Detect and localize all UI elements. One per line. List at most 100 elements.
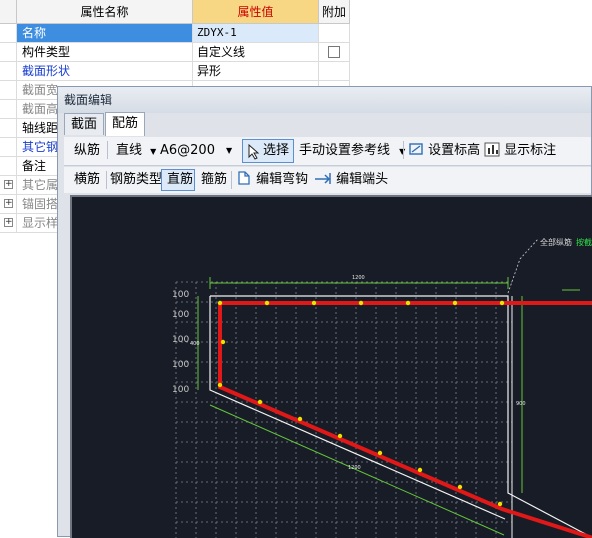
line-mode-dropdown[interactable]: 直线 ▼ [116, 139, 156, 163]
select-button[interactable]: 选择 [242, 139, 294, 163]
dialog-title: 截面编辑 [58, 87, 591, 113]
grid-label: 100 [172, 385, 189, 395]
row-gutter [0, 81, 17, 100]
property-name-cell: 构件类型 [17, 43, 193, 62]
property-extra-cell [319, 24, 350, 43]
rebar-point [457, 484, 463, 490]
straight-bar-label: 直筋 [167, 172, 194, 187]
dimension-chart-icon [484, 142, 500, 157]
extra-checkbox[interactable] [328, 46, 340, 58]
dropdown-arrow-icon: ▼ [226, 146, 233, 155]
header-property-name[interactable]: 属性名称 [17, 0, 193, 24]
property-name-cell: 截面形状 [17, 62, 193, 81]
set-elevation-button[interactable]: 设置标高 [408, 139, 480, 163]
property-row[interactable]: 名称 ZDYX-1 [0, 24, 350, 43]
row-gutter [0, 100, 17, 119]
rebar-point [297, 416, 303, 422]
rebar-point [217, 382, 223, 388]
stirrup-button[interactable]: 箍筋 [201, 168, 227, 192]
grid-label: 100 [172, 335, 189, 345]
show-dimensions-label: 显示标注 [504, 143, 557, 158]
row-gutter: + [0, 176, 17, 195]
row-gutter: + [0, 214, 17, 233]
annotation-value: 按截 [576, 237, 592, 247]
dimension-label-diagonal: 1200 [348, 465, 361, 471]
property-extra-cell [319, 43, 350, 62]
rebar-type-label: 钢筋类型: [110, 172, 167, 187]
section-drawing-canvas[interactable]: 100 100 100 100 100 1200 400 1200 900 全部纵筋 按截 [70, 195, 592, 538]
rebar-point [311, 300, 317, 306]
expand-plus-icon[interactable]: + [4, 199, 13, 208]
dropdown-arrow-icon: ▼ [150, 147, 157, 156]
section-editor-dialog: 截面编辑 截面 配筋 纵筋 直线 ▼ A6@200 ▼ 选择 手动设置参考线 ▼ [57, 86, 592, 538]
line-mode-value: 直线 [116, 143, 143, 158]
header-extra[interactable]: 附加 [319, 0, 350, 24]
row-gutter [0, 138, 17, 157]
rebar-point [257, 399, 263, 405]
spec-dropdown[interactable]: A6@200 ▼ [160, 139, 238, 163]
rebar-kind-transverse[interactable]: 横筋 [74, 168, 100, 192]
header-property-value[interactable]: 属性值 [193, 0, 319, 24]
rebar-point [337, 433, 343, 439]
property-value-cell[interactable]: 自定义线 [193, 43, 319, 62]
grid-label: 100 [172, 310, 189, 320]
grid-corner [0, 0, 17, 24]
rebar-point [217, 300, 223, 306]
property-row[interactable]: 构件类型 自定义线 [0, 43, 350, 62]
end-arrow-icon [315, 173, 331, 184]
rebar-point [499, 300, 505, 306]
property-name-cell: 名称 [17, 24, 193, 43]
manual-reference-line-dropdown[interactable]: 手动设置参考线 ▼ [299, 139, 405, 163]
tab-section[interactable]: 截面 [64, 113, 105, 135]
property-value-cell[interactable]: 异形 [193, 62, 319, 81]
cursor-arrow-icon [248, 144, 260, 160]
tab-reinforcement[interactable]: 配筋 [105, 112, 146, 136]
elevation-icon [409, 143, 423, 155]
row-gutter [0, 157, 17, 176]
grid-label: 100 [172, 290, 189, 300]
grid-label: 100 [172, 360, 189, 370]
edit-end-label: 编辑端头 [336, 172, 389, 187]
toolbar-rebar: 横筋 钢筋类型: 直筋 箍筋 编辑弯钩 编辑端头 [64, 167, 591, 193]
row-gutter [0, 43, 17, 62]
row-gutter [0, 62, 17, 81]
dimension-label-top: 1200 [352, 275, 365, 281]
select-label: 选择 [263, 143, 290, 158]
rebar-point [220, 339, 226, 345]
toolbar-main: 纵筋 直线 ▼ A6@200 ▼ 选择 手动设置参考线 ▼ 设置标高 [64, 137, 591, 166]
edit-hook-button[interactable]: 编辑弯钩 [236, 168, 308, 192]
rebar-point [358, 300, 364, 306]
toolbar-separator [106, 171, 107, 189]
cad-drawing[interactable]: 100 100 100 100 100 1200 400 1200 900 全部纵筋 按截 [72, 197, 592, 538]
row-gutter: + [0, 195, 17, 214]
spec-value: A6@200 [160, 143, 215, 158]
rebar-point [497, 501, 503, 507]
manual-reference-label: 手动设置参考线 [299, 143, 391, 158]
row-gutter [0, 24, 17, 43]
property-row[interactable]: 截面形状 异形 [0, 62, 350, 81]
straight-bar-button[interactable]: 直筋 [161, 169, 195, 191]
rebar-point [452, 300, 458, 306]
edit-end-button[interactable]: 编辑端头 [314, 168, 388, 192]
expand-plus-icon[interactable]: + [4, 180, 13, 189]
rebar-point [264, 300, 270, 306]
annotation-label: 全部纵筋 [540, 237, 572, 247]
rebar-point [417, 467, 423, 473]
toolbar-separator [403, 141, 404, 159]
rebar-point [377, 450, 383, 456]
dimension-label-right: 900 [516, 401, 526, 407]
rebar-point [405, 300, 411, 306]
dimension-label-left: 400 [190, 341, 200, 347]
canvas-background [72, 197, 592, 538]
property-value-cell[interactable]: ZDYX-1 [193, 24, 319, 43]
property-extra-cell [319, 62, 350, 81]
expand-plus-icon[interactable]: + [4, 218, 13, 227]
row-gutter [0, 119, 17, 138]
toolbar-separator [231, 171, 232, 189]
rebar-kind-longitudinal[interactable]: 纵筋 [74, 139, 100, 163]
show-dimensions-button[interactable]: 显示标注 [484, 139, 556, 163]
toolbar-separator [107, 141, 108, 159]
set-elevation-label: 设置标高 [428, 143, 481, 158]
edit-hook-label: 编辑弯钩 [256, 172, 309, 187]
hook-edit-icon [238, 171, 250, 185]
